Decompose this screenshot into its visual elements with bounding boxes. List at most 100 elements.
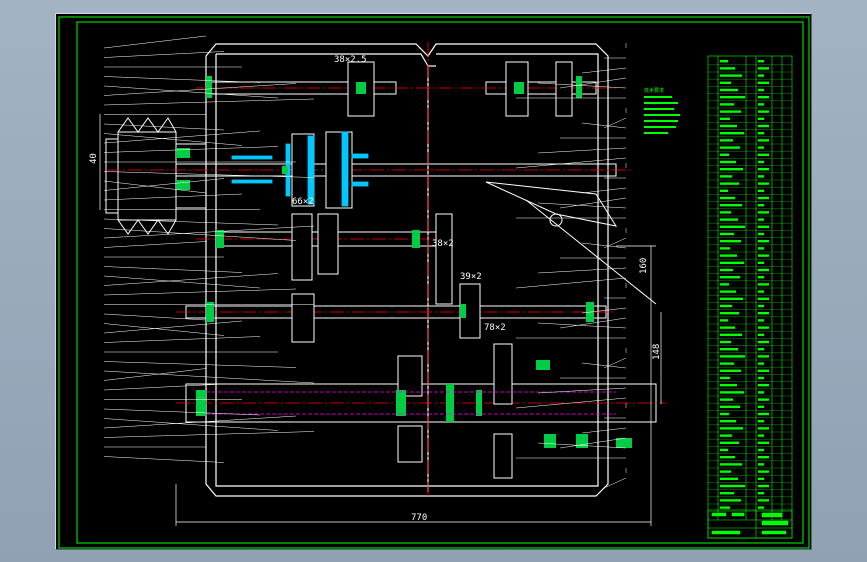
leader-line — [103, 320, 243, 334]
table-cell-text — [758, 506, 764, 509]
gear-label-3: 39×2 — [460, 272, 482, 282]
table-cell-text — [758, 67, 769, 70]
leader-line — [537, 267, 627, 274]
table-cell-text — [720, 499, 741, 502]
table-cell-text — [720, 276, 740, 279]
title-block — [711, 512, 789, 535]
table-cell-text — [758, 290, 764, 293]
table-cell-text — [720, 160, 736, 164]
table-cell-text — [720, 225, 745, 228]
leader-line — [581, 67, 627, 74]
table-cell-text — [720, 103, 734, 106]
table-cell-text — [758, 182, 769, 185]
table-cell-text — [758, 304, 764, 308]
table-cell-text — [758, 139, 769, 142]
table-cell-text — [720, 232, 734, 236]
table-cell-text — [720, 391, 744, 394]
dimension-right-1: 160 — [639, 258, 649, 274]
table-cell-text — [758, 319, 764, 322]
table-cell-text — [720, 434, 732, 437]
table-cell-text — [720, 463, 742, 466]
table-cell-text — [720, 348, 738, 351]
table-cell-text — [758, 247, 764, 250]
leader-line — [103, 241, 207, 248]
table-cell-text — [758, 312, 769, 315]
table-cell-text — [720, 448, 728, 452]
leader-line — [103, 408, 261, 416]
leader-line — [581, 242, 627, 249]
table-cell-text — [720, 81, 731, 84]
leader-line — [581, 187, 627, 194]
gear-label-2: 38×2 — [432, 239, 454, 249]
table-cell-text — [720, 456, 735, 459]
table-cell-text — [720, 110, 741, 113]
leader-line — [103, 275, 261, 289]
leader-line — [103, 180, 207, 194]
leader-line — [103, 218, 279, 226]
table-cell-text — [720, 175, 732, 178]
leader-line — [103, 368, 207, 381]
drawing-frame-outer — [58, 16, 810, 549]
table-cell-text — [720, 182, 739, 185]
table-cell-text — [758, 348, 764, 351]
table-cell-text — [758, 204, 764, 207]
leader-line — [103, 133, 243, 146]
table-cell-text — [720, 304, 732, 308]
gear-label-5: 66×2 — [292, 197, 314, 207]
table-cell-text — [720, 398, 733, 401]
table-cell-text — [720, 117, 730, 120]
table-cell-text — [758, 362, 764, 365]
gear-label-4: 78×2 — [484, 323, 506, 333]
table-cell-text — [720, 290, 736, 293]
parts-list-table — [707, 55, 793, 539]
table-cell-text — [758, 470, 769, 473]
table-cell-text — [720, 240, 741, 243]
table-cell-text — [758, 110, 769, 113]
table-cell-text — [758, 434, 764, 437]
table-cell-text — [758, 484, 769, 488]
table-cell-text — [758, 117, 764, 120]
table-cell-text — [758, 326, 769, 329]
table-cell-text — [758, 463, 764, 466]
table-cell-text — [720, 88, 738, 92]
gearbox-assembly-drawing: 38×2.5 38×2 39×2 78×2 66×2 770 160 148 4… — [58, 16, 810, 549]
table-cell-text — [720, 441, 739, 444]
table-cell-text — [758, 218, 764, 221]
table-cell-text — [758, 405, 764, 408]
table-cell-text — [720, 254, 737, 257]
table-cell-text — [720, 168, 743, 171]
table-cell-text — [720, 340, 731, 344]
table-cell-text — [720, 412, 729, 416]
table-cell-text — [720, 470, 731, 473]
table-cell-text — [758, 211, 769, 214]
leader-line — [103, 76, 261, 83]
table-cell-text — [720, 132, 744, 135]
cad-viewport[interactable]: 38×2.5 38×2 39×2 78×2 66×2 770 160 148 4… — [55, 13, 812, 550]
table-cell-text — [758, 81, 769, 84]
table-cell-text — [758, 175, 764, 178]
table-cell-text — [720, 211, 731, 214]
table-cell-text — [720, 67, 735, 70]
table-cell-text — [758, 240, 769, 243]
table-cell-text — [758, 146, 764, 149]
table-cell-text — [758, 398, 769, 401]
table-cell-text — [720, 484, 745, 488]
shift-lever — [485, 181, 657, 305]
leader-line — [103, 273, 279, 286]
table-cell-text — [758, 384, 769, 387]
table-cell-text — [758, 477, 764, 480]
leader-line — [515, 157, 627, 169]
leader-line — [103, 130, 261, 144]
table-cell-text — [720, 218, 738, 221]
leader-line — [581, 362, 627, 369]
table-cell-text — [720, 506, 730, 509]
leader-line — [103, 98, 315, 106]
table-cell-text — [720, 96, 745, 99]
leader-line — [537, 322, 627, 329]
parts-list-rows — [708, 60, 792, 512]
leader-line — [103, 266, 243, 273]
technical-notes: 技术要求 — [644, 87, 680, 134]
table-cell-text — [758, 456, 769, 459]
table-cell-text — [758, 96, 769, 99]
leader-lines-left — [103, 35, 315, 463]
